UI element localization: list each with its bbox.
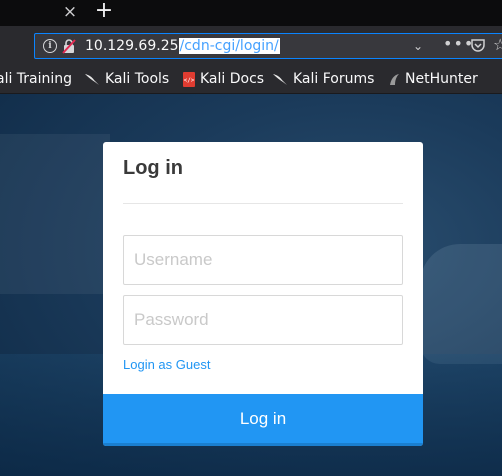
bookmark-kali-tools[interactable]: Kali Tools (84, 70, 169, 88)
kali-docs-icon: </> (183, 71, 195, 87)
url-bar[interactable]: i 10.129.69.25/cdn-cgi/login/ ⌄ ••• ☆ (34, 33, 502, 59)
username-input[interactable] (123, 235, 403, 285)
background-decoration (0, 134, 110, 294)
url-host: 10.129.69.25 (85, 38, 179, 54)
chevron-down-icon[interactable]: ⌄ (413, 39, 423, 53)
login-title: Log in (123, 157, 183, 179)
login-as-guest-link[interactable]: Login as Guest (123, 357, 210, 372)
bookmark-kali-training[interactable]: ali Training (0, 70, 72, 88)
login-button[interactable]: Log in (103, 394, 423, 446)
info-icon[interactable]: i (43, 39, 57, 53)
insecure-lock-icon[interactable] (62, 38, 76, 54)
bookmarks-toolbar: ali Training Kali Tools </> Kali Docs Ka… (0, 66, 502, 94)
bookmark-label: Kali Docs (200, 71, 265, 87)
close-tab-icon[interactable]: × (60, 2, 80, 22)
nethunter-icon (390, 73, 399, 85)
bookmark-nethunter[interactable]: NetHunter (389, 70, 478, 88)
bookmark-label: Kali Tools (105, 71, 170, 87)
more-dots-icon[interactable]: ••• (443, 34, 474, 53)
navigation-bar: i 10.129.69.25/cdn-cgi/login/ ⌄ ••• ☆ (0, 26, 502, 66)
new-tab-button[interactable]: + (92, 0, 116, 24)
background-decoration (420, 244, 502, 364)
url-text[interactable]: 10.129.69.25/cdn-cgi/login/ (85, 37, 280, 55)
tab-bar: × + (0, 0, 502, 26)
bookmark-kali-docs[interactable]: </> Kali Docs (183, 70, 264, 88)
bookmark-label: Kali Forums (293, 71, 375, 87)
kali-dragon-icon (273, 74, 287, 85)
svg-text:</>: </> (184, 77, 195, 84)
url-path: /cdn-cgi/login/ (178, 38, 280, 54)
password-input[interactable] (123, 295, 403, 345)
bookmark-kali-forums[interactable]: Kali Forums (272, 70, 374, 88)
bookmark-label: NetHunter (405, 71, 478, 87)
page-background: Log in Login as Guest Log in (0, 94, 502, 476)
kali-dragon-icon (85, 74, 99, 85)
login-card: Log in Login as Guest Log in (103, 142, 423, 446)
bookmark-label: ali Training (0, 71, 73, 87)
divider (123, 203, 403, 204)
star-icon[interactable]: ☆ (493, 35, 502, 54)
pocket-icon[interactable] (471, 39, 485, 52)
